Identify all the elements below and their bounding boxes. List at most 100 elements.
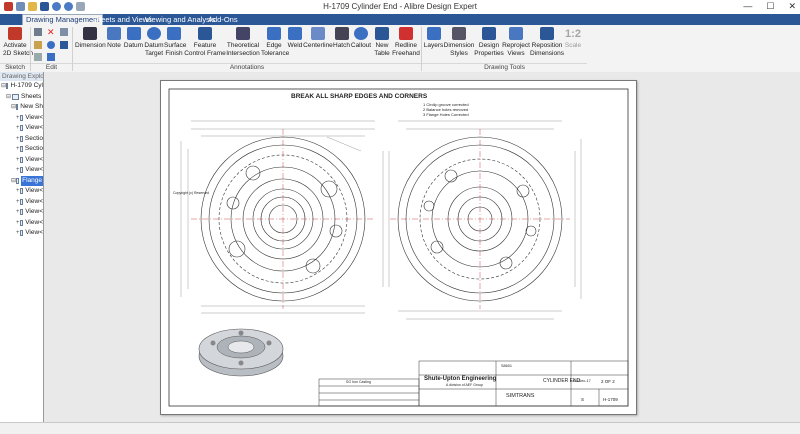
view-icon (19, 114, 24, 121)
tree-item[interactable]: + View< (0, 207, 43, 218)
tab-add-ons[interactable]: Add-Ons (205, 15, 241, 25)
company-subtitle: A division of AEF Group (446, 383, 483, 387)
reproject-icon (509, 27, 523, 40)
properties-icon[interactable] (60, 41, 68, 49)
group-annotations: Annotations (73, 63, 421, 72)
tree-item[interactable]: + Sectio (0, 134, 43, 145)
scale-value: 1:2 (565, 28, 581, 40)
surface-finish-button[interactable]: Surface Finish (164, 27, 186, 57)
tree-item-label: Sectio (24, 134, 43, 142)
hatch-button[interactable]: Hatch (333, 27, 350, 50)
company-name: Shute-Upton Engineering (424, 376, 497, 382)
scale-button[interactable]: 1:2 Scale (563, 27, 583, 50)
select-icon[interactable] (34, 53, 42, 61)
tree-item[interactable]: + View< (0, 218, 43, 229)
callout-icon (354, 27, 368, 40)
copy-icon[interactable] (60, 28, 68, 36)
view-icon (19, 230, 24, 237)
datum-target-icon (147, 27, 161, 40)
view-icon (19, 219, 24, 226)
sheet-number: 2 OF 2 (601, 379, 615, 384)
group-drawing-tools: Drawing Tools (422, 63, 587, 72)
view-icon (19, 198, 24, 205)
filter-icon[interactable] (47, 53, 55, 61)
datum-icon (126, 27, 141, 40)
feature-control-frame-button[interactable]: Feature Control Frame (184, 27, 226, 57)
tree-item-label: View< (25, 197, 43, 205)
drawing-title-note: BREAK ALL SHARP EDGES AND CORNERS (291, 93, 428, 100)
tree-item-label: View< (25, 155, 43, 163)
tree-item[interactable]: + View< (0, 155, 43, 166)
flange-isometric-view[interactable] (198, 328, 284, 377)
theoretical-intersection-button[interactable]: Theoretical Intersection (224, 27, 262, 57)
surface-finish-icon (167, 27, 181, 40)
flange-rear-view[interactable] (388, 120, 582, 320)
drawing-number: H-1709 (603, 397, 618, 402)
tree-item[interactable]: + View< (0, 186, 43, 197)
layers-button[interactable]: Layers (423, 27, 444, 50)
design-properties-button[interactable]: Design Properties (474, 27, 504, 57)
help-icon[interactable] (47, 41, 55, 49)
tree-item[interactable]: + View< (0, 113, 43, 124)
dimension-button[interactable]: Dimension (75, 27, 106, 50)
tree-item-label: View< (25, 166, 43, 173)
maximize-button[interactable]: ☐ (766, 1, 774, 12)
table-icon (375, 27, 389, 40)
drawing-sheet-graphics (168, 88, 629, 407)
datum-button[interactable]: Datum (123, 27, 144, 50)
datum-target-button[interactable]: Datum Target (144, 27, 164, 57)
hatch-icon (334, 27, 349, 40)
group-edit: Edit (31, 63, 72, 72)
tree-item[interactable]: + View< (0, 228, 43, 239)
sketch-icon (8, 27, 22, 40)
dimension-styles-button[interactable]: Dimension Styles (443, 27, 475, 57)
ribbon: Activate 2D Sketch ✕ Dimension Note Datu… (0, 25, 800, 73)
size-label: S (581, 397, 585, 402)
reposition-dimensions-button[interactable]: Reposition Dimensions (530, 27, 564, 57)
view-icon (19, 209, 24, 216)
edge-tolerance-icon (267, 27, 281, 40)
reproject-views-button[interactable]: Reproject Views (502, 27, 530, 57)
group-sketch: Sketch (0, 63, 30, 72)
tree-item[interactable]: + View< (0, 197, 43, 208)
tree-item-label: Sectio (24, 145, 43, 152)
weld-icon (288, 27, 302, 40)
callout-button[interactable]: Callout (350, 27, 372, 50)
cut-icon[interactable] (34, 28, 42, 36)
theoretical-intersection-icon (236, 27, 250, 40)
tree-item-label: H-1709 Cyl (10, 82, 43, 89)
job-number: S8601 (501, 364, 512, 368)
drawing-sheet[interactable]: BREAK ALL SHARP EDGES AND CORNERS 1 Circ… (160, 80, 637, 415)
tree-item[interactable]: ⊟ H-1709 Cyl (0, 81, 43, 92)
tree-item-label: Flange (21, 175, 43, 186)
tree-item[interactable]: ⊟ New Sh (0, 102, 43, 113)
tree-item-label: Sheets (21, 92, 42, 100)
minimize-button[interactable]: — (743, 1, 752, 12)
material-label: SG Iron Casting (346, 380, 371, 384)
ribbon-tabs: Drawing Management Sheets and Views View… (0, 14, 800, 26)
explorer-tree: ⊟ H-1709 Cyl ⊟ Sheets ⊟ New Sh + View< + View< + Se… (0, 81, 43, 239)
close-button[interactable]: ✕ (788, 1, 796, 12)
view-icon (19, 156, 24, 163)
edge-tolerance-button[interactable]: Edge Tolerance (261, 27, 289, 57)
redline-freehand-button[interactable]: Redline Freehand (391, 27, 421, 57)
tree-item[interactable]: + View< (0, 123, 43, 134)
centerline-button[interactable]: Centerline (303, 27, 333, 50)
delete-icon[interactable]: ✕ (47, 28, 55, 37)
window-title: H-1709 Cylinder End - Alibre Design Expe… (323, 2, 477, 11)
tree-item[interactable]: ⊟ Flange (0, 175, 43, 186)
tree-item-label: View< (25, 124, 43, 131)
view-icon (19, 167, 24, 174)
tree-item[interactable]: + Sectio (0, 144, 43, 155)
activate-2d-sketch-button[interactable]: Activate 2D Sketch (3, 27, 33, 57)
tree-item[interactable]: + View< (0, 165, 43, 176)
customer-name: SIMTRANS (506, 393, 535, 399)
paste-icon[interactable] (34, 41, 42, 49)
revision-note-3: 3 Flange Holes Corrected (423, 112, 469, 117)
flange-front-view[interactable] (180, 120, 384, 314)
tree-item[interactable]: ⊟ Sheets (0, 92, 43, 103)
weld-button[interactable]: Weld (287, 27, 303, 50)
view-icon (12, 93, 19, 100)
note-button[interactable]: Note (106, 27, 122, 50)
new-table-button[interactable]: New Table (373, 27, 391, 57)
